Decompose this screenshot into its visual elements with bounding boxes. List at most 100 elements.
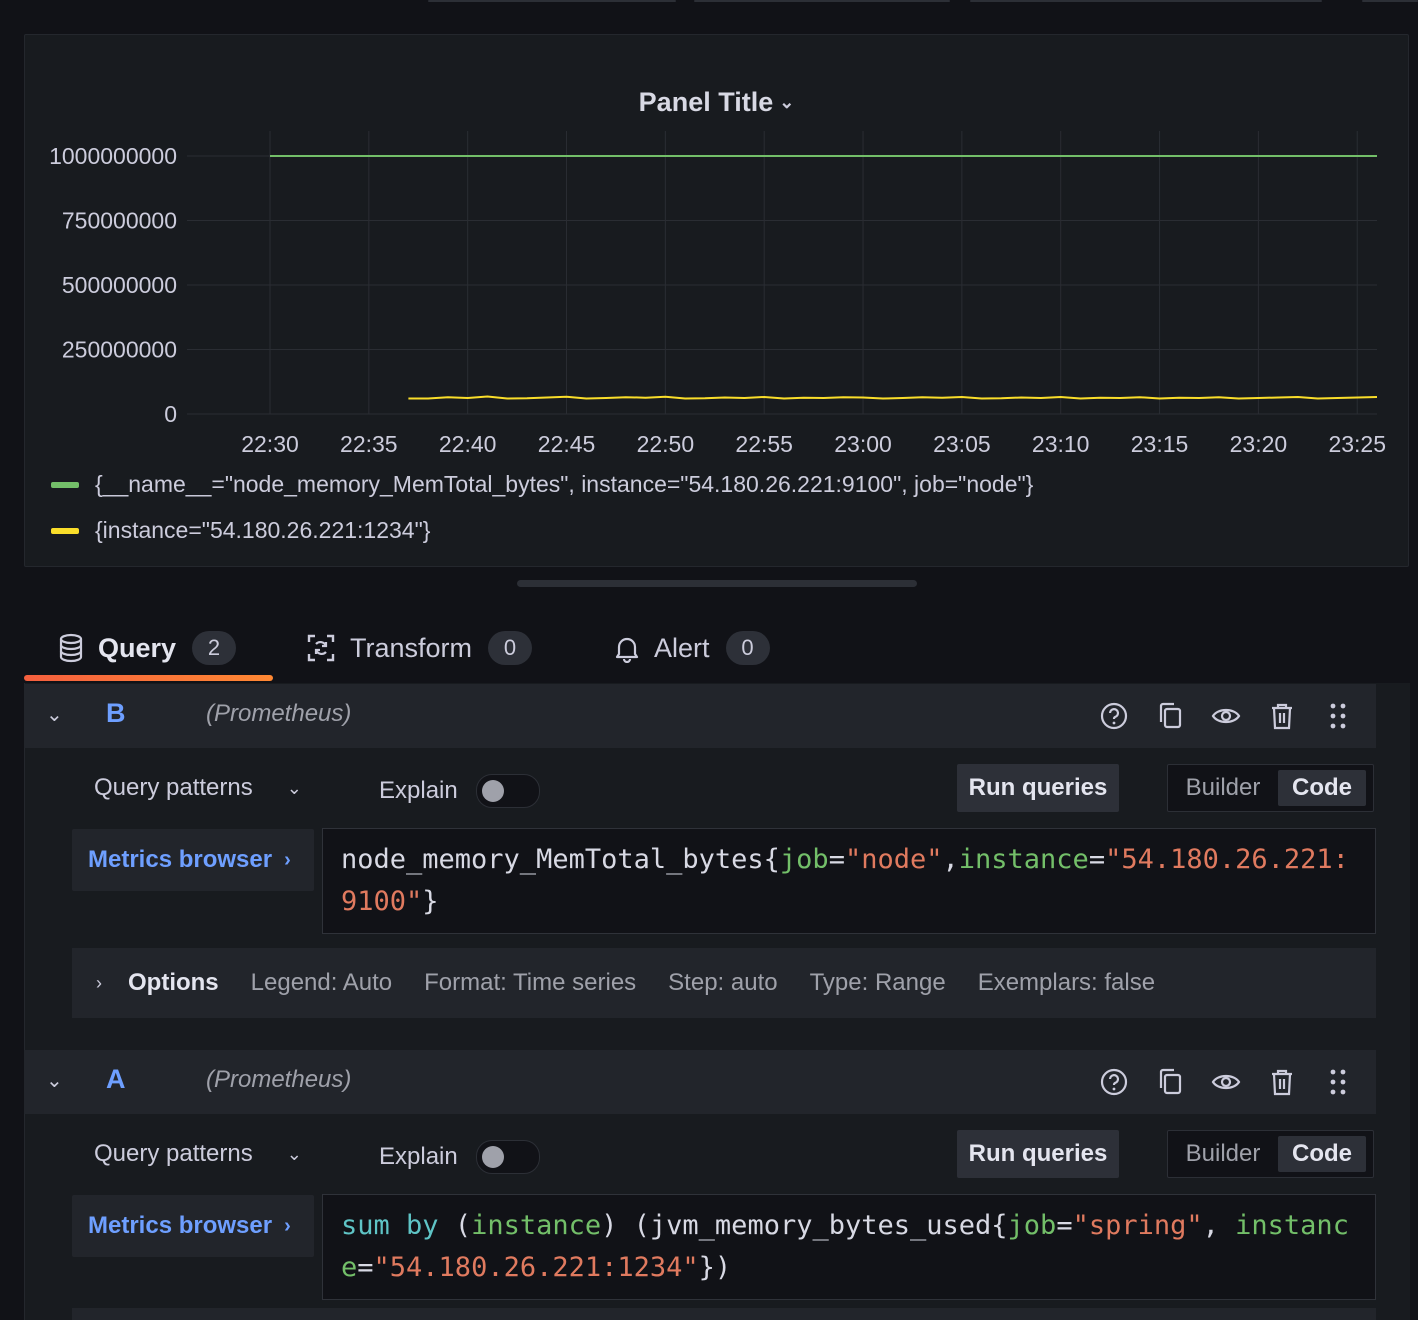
chevron-right-icon: › [96, 972, 102, 993]
x-tick-label: 23:15 [1131, 431, 1189, 457]
chevron-down-icon[interactable]: ⌄ [46, 702, 63, 727]
tab-transform[interactable]: Transform 0 [306, 620, 533, 676]
code-token: job [779, 844, 829, 875]
metrics-browser-label: Metrics browser [88, 846, 273, 873]
query-row-header[interactable]: ⌄ B (Prometheus) [24, 684, 1376, 748]
editor-tabs: Query 2 Transform 0 Alert 0 [24, 620, 824, 682]
options-title: Options [128, 969, 219, 996]
query-row-header[interactable]: ⌄ A (Prometheus) [24, 1050, 1376, 1114]
query-options-row[interactable] [72, 1308, 1376, 1320]
code-token: = [357, 1252, 374, 1283]
editor-mode-toggle: Builder Code [1167, 764, 1374, 812]
query-patterns-label: Query patterns [94, 774, 253, 801]
drag-handle-icon[interactable] [1320, 1064, 1356, 1100]
code-token: { [763, 844, 780, 875]
code-token: , [942, 844, 959, 875]
code-token: instance [958, 844, 1089, 875]
query-patterns-dropdown[interactable]: Query patterns ⌄ [94, 774, 302, 802]
x-tick-label: 23:20 [1230, 431, 1288, 457]
duplicate-icon[interactable] [1152, 698, 1188, 734]
code-token: , [1202, 1210, 1236, 1241]
run-queries-button[interactable]: Run queries [957, 764, 1119, 812]
code-token: = [1056, 1210, 1073, 1241]
code-token: }) [698, 1252, 732, 1283]
tab-count-badge: 2 [192, 631, 237, 665]
query-code-editor[interactable]: node_memory_MemTotal_bytes{job="node",in… [322, 828, 1376, 934]
query-ref-id[interactable]: B [106, 698, 126, 729]
editor-mode-toggle: Builder Code [1167, 1130, 1374, 1178]
x-tick-label: 23:05 [933, 431, 991, 457]
query-patterns-dropdown[interactable]: Query patterns ⌄ [94, 1140, 302, 1168]
metrics-browser-button[interactable]: Metrics browser › [72, 829, 314, 891]
y-tick-label: 0 [164, 401, 177, 427]
code-token: job [1007, 1210, 1057, 1241]
trash-icon[interactable] [1264, 1064, 1300, 1100]
legend-item[interactable]: {__name__="node_memory_MemTotal_bytes", … [51, 471, 1033, 498]
query-datasource: (Prometheus) [206, 700, 352, 727]
code-token: ) ( [601, 1210, 650, 1241]
code-token: "node" [844, 844, 943, 875]
help-icon[interactable] [1096, 698, 1132, 734]
query-options-row[interactable]: › Options Legend: Auto Format: Time seri… [72, 948, 1376, 1018]
metrics-browser-label: Metrics browser [88, 1212, 273, 1239]
builder-mode-button[interactable]: Builder [1168, 770, 1278, 806]
query-code-editor[interactable]: sum by (instance) (jvm_memory_bytes_used… [322, 1194, 1376, 1300]
trash-icon[interactable] [1264, 698, 1300, 734]
time-series-chart[interactable]: 1000000000 750000000 500000000 250000000 0 22… [25, 35, 1410, 475]
code-token: { [991, 1210, 1008, 1241]
tab-label: Transform [350, 632, 473, 663]
explain-switch[interactable] [475, 1140, 540, 1174]
panel-resize-splitter[interactable] [517, 580, 917, 587]
code-token: sum [341, 1210, 390, 1241]
code-mode-button[interactable]: Code [1278, 770, 1366, 806]
code-token: } [422, 886, 439, 917]
y-tick-label: 750000000 [62, 208, 177, 234]
y-tick-label: 500000000 [62, 272, 177, 298]
run-queries-button[interactable]: Run queries [957, 1130, 1119, 1178]
builder-mode-button[interactable]: Builder [1168, 1136, 1278, 1172]
x-tick-label: 23:25 [1328, 431, 1386, 457]
query-ref-id[interactable]: A [106, 1064, 126, 1095]
chevron-right-icon: › [284, 1214, 291, 1237]
code-token: = [828, 844, 845, 875]
drag-handle-icon[interactable] [1320, 698, 1356, 734]
options-type: Type: Range [809, 969, 946, 996]
options-exemplars: Exemplars: false [977, 969, 1156, 996]
x-tick-label: 22:35 [340, 431, 398, 457]
eye-icon[interactable] [1208, 1064, 1244, 1100]
legend-swatch [51, 481, 79, 488]
options-format: Format: Time series [424, 969, 637, 996]
metrics-browser-button[interactable]: Metrics browser › [72, 1195, 314, 1257]
tab-count-badge: 0 [488, 631, 533, 665]
tab-count-badge: 0 [725, 631, 770, 665]
eye-icon[interactable] [1208, 698, 1244, 734]
code-mode-button[interactable]: Code [1278, 1136, 1366, 1172]
tab-query[interactable]: Query 2 [58, 620, 237, 676]
duplicate-icon[interactable] [1152, 1064, 1188, 1100]
chevron-down-icon[interactable]: ⌄ [46, 1068, 63, 1093]
explain-toggle[interactable]: Explain [379, 1140, 540, 1174]
bell-icon [615, 637, 639, 663]
code-token: jvm_memory_bytes_used [649, 1210, 992, 1241]
tab-label: Alert [654, 632, 710, 663]
code-token: instance [471, 1210, 602, 1241]
code-token: by [406, 1210, 439, 1241]
options-legend: Legend: Auto [250, 969, 393, 996]
legend-swatch [51, 527, 79, 534]
code-token: = [1088, 844, 1106, 875]
query-actions [1076, 1064, 1356, 1100]
database-icon [59, 633, 83, 663]
query-actions [1076, 698, 1356, 734]
legend-label: {instance="54.180.26.221:1234"} [95, 517, 431, 543]
legend-item[interactable]: {instance="54.180.26.221:1234"} [51, 517, 430, 544]
x-tick-label: 22:40 [439, 431, 497, 457]
chevron-down-icon: ⌄ [286, 777, 302, 798]
query-toolbar: Query patterns ⌄ Explain Run queries Bui… [72, 1130, 1376, 1184]
code-token: "54.180.26.221:1234" [373, 1252, 699, 1283]
explain-label: Explain [379, 777, 458, 804]
help-icon[interactable] [1096, 1064, 1132, 1100]
explain-toggle[interactable]: Explain [379, 774, 540, 808]
explain-switch[interactable] [475, 774, 540, 808]
tab-alert[interactable]: Alert 0 [614, 620, 770, 676]
